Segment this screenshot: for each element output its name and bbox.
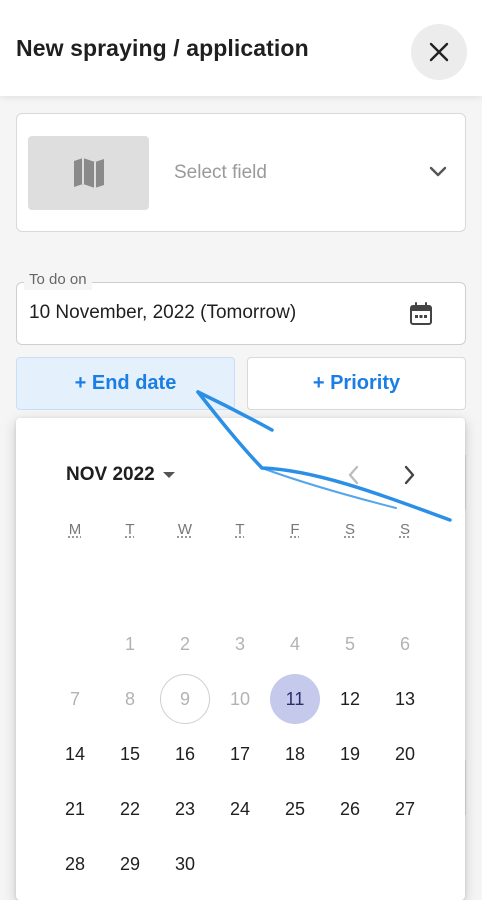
day-cell[interactable]: 22: [105, 784, 155, 834]
field-thumbnail: [28, 136, 149, 210]
chevron-left-icon[interactable]: [343, 464, 365, 486]
chevron-right-icon[interactable]: [398, 464, 420, 486]
month-year-label: NOV 2022: [66, 464, 155, 485]
day-cell[interactable]: 14: [50, 729, 100, 779]
date-picker-popup: NOV 2022 MTWTFSS 1 2 3 4 5 6 7 8 9 10 11 12 13 14 15 16…: [16, 418, 465, 900]
day-cell[interactable]: 9: [160, 674, 210, 724]
day-cell[interactable]: 13: [380, 674, 430, 724]
day-cell[interactable]: 17: [215, 729, 265, 779]
header: New spraying / application: [0, 0, 482, 96]
field-select-placeholder: Select field: [174, 162, 267, 183]
weekday-label: F: [290, 521, 300, 538]
page-title: New spraying / application: [16, 34, 309, 61]
end-date-button[interactable]: + End date: [16, 357, 235, 410]
day-cell[interactable]: 18: [270, 729, 320, 779]
weekday-label: T: [125, 521, 135, 538]
day-cell[interactable]: 21: [50, 784, 100, 834]
day-cell[interactable]: 4: [270, 619, 320, 669]
field-selector[interactable]: Select field: [16, 113, 466, 232]
day-cell[interactable]: 10: [215, 674, 265, 724]
todo-date-label: To do on: [24, 270, 92, 290]
day-cell[interactable]: 30: [160, 839, 210, 889]
day-cell[interactable]: 29: [105, 839, 155, 889]
day-cell[interactable]: 24: [215, 784, 265, 834]
day-cell[interactable]: 27: [380, 784, 430, 834]
day-cell-selected[interactable]: 11: [270, 674, 320, 724]
chevron-down-icon: [429, 166, 447, 177]
day-cell[interactable]: 26: [325, 784, 375, 834]
priority-button[interactable]: + Priority: [247, 357, 466, 410]
day-cell[interactable]: 19: [325, 729, 375, 779]
weekday-label: M: [68, 521, 82, 538]
day-cell[interactable]: 5: [325, 619, 375, 669]
todo-date-field[interactable]: 10 November, 2022 (Tomorrow): [16, 282, 466, 345]
caret-down-icon: [162, 472, 175, 478]
todo-date-value: 10 November, 2022 (Tomorrow): [29, 302, 297, 323]
day-cell[interactable]: 2: [160, 619, 210, 669]
map-icon: [73, 158, 104, 188]
day-cell[interactable]: 15: [105, 729, 155, 779]
weekday-label: S: [344, 521, 355, 538]
day-cell[interactable]: 3: [215, 619, 265, 669]
day-cell[interactable]: 12: [325, 674, 375, 724]
month-year-selector[interactable]: NOV 2022: [66, 464, 175, 486]
close-button[interactable]: [411, 24, 467, 80]
day-cell[interactable]: 28: [50, 839, 100, 889]
day-cell[interactable]: 6: [380, 619, 430, 669]
weekday-label: T: [235, 521, 245, 538]
day-cell[interactable]: 23: [160, 784, 210, 834]
day-cell[interactable]: 20: [380, 729, 430, 779]
day-cell[interactable]: 25: [270, 784, 320, 834]
day-cell[interactable]: 7: [50, 674, 100, 724]
day-cell[interactable]: 8: [105, 674, 155, 724]
weekday-label: W: [177, 521, 193, 538]
weekday-label: S: [399, 521, 410, 538]
close-icon: [429, 42, 449, 62]
calendar-icon[interactable]: [409, 302, 433, 326]
day-cell[interactable]: 1: [105, 619, 155, 669]
day-cell[interactable]: 16: [160, 729, 210, 779]
